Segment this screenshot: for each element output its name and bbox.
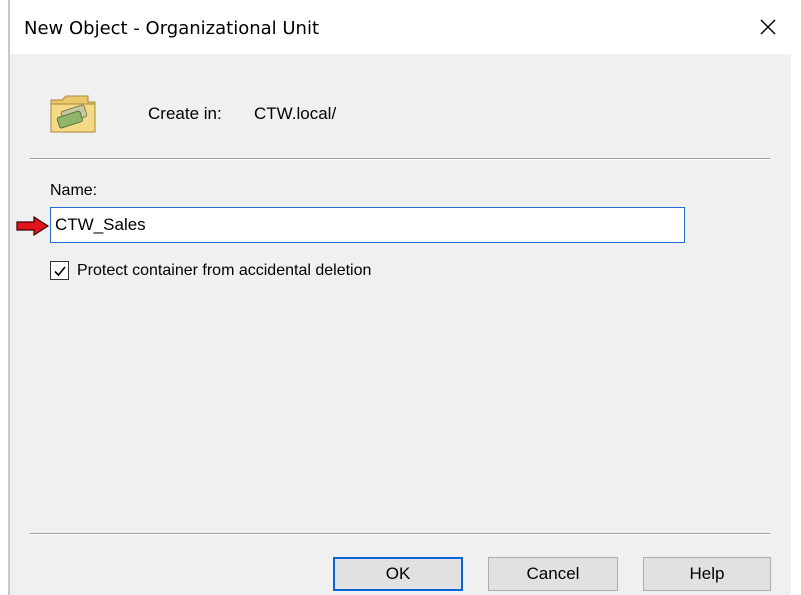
name-label: Name: (50, 182, 98, 199)
close-button[interactable] (751, 12, 785, 42)
cancel-button[interactable]: Cancel (488, 557, 618, 591)
protect-container-checkbox[interactable]: Protect container from accidental deleti… (50, 261, 371, 280)
checkbox-box[interactable] (50, 261, 69, 280)
new-object-dialog: New Object - Organizational Unit Create … (10, 0, 791, 595)
create-in-path: CTW.local/ (254, 104, 337, 123)
protect-container-label: Protect container from accidental deleti… (77, 261, 372, 279)
checkmark-icon (53, 265, 66, 276)
help-button[interactable]: Help (643, 557, 771, 591)
dialog-title: New Object - Organizational Unit (24, 18, 320, 39)
create-in-label: Create in: (148, 104, 222, 123)
title-bar: New Object - Organizational Unit (10, 0, 791, 54)
red-arrow-icon (16, 216, 50, 236)
organizational-unit-folder-icon (50, 95, 96, 133)
bottom-separator (30, 533, 770, 535)
close-icon (760, 19, 776, 35)
ok-button[interactable]: OK (333, 557, 463, 591)
name-input[interactable] (50, 207, 685, 243)
top-separator (30, 158, 770, 160)
